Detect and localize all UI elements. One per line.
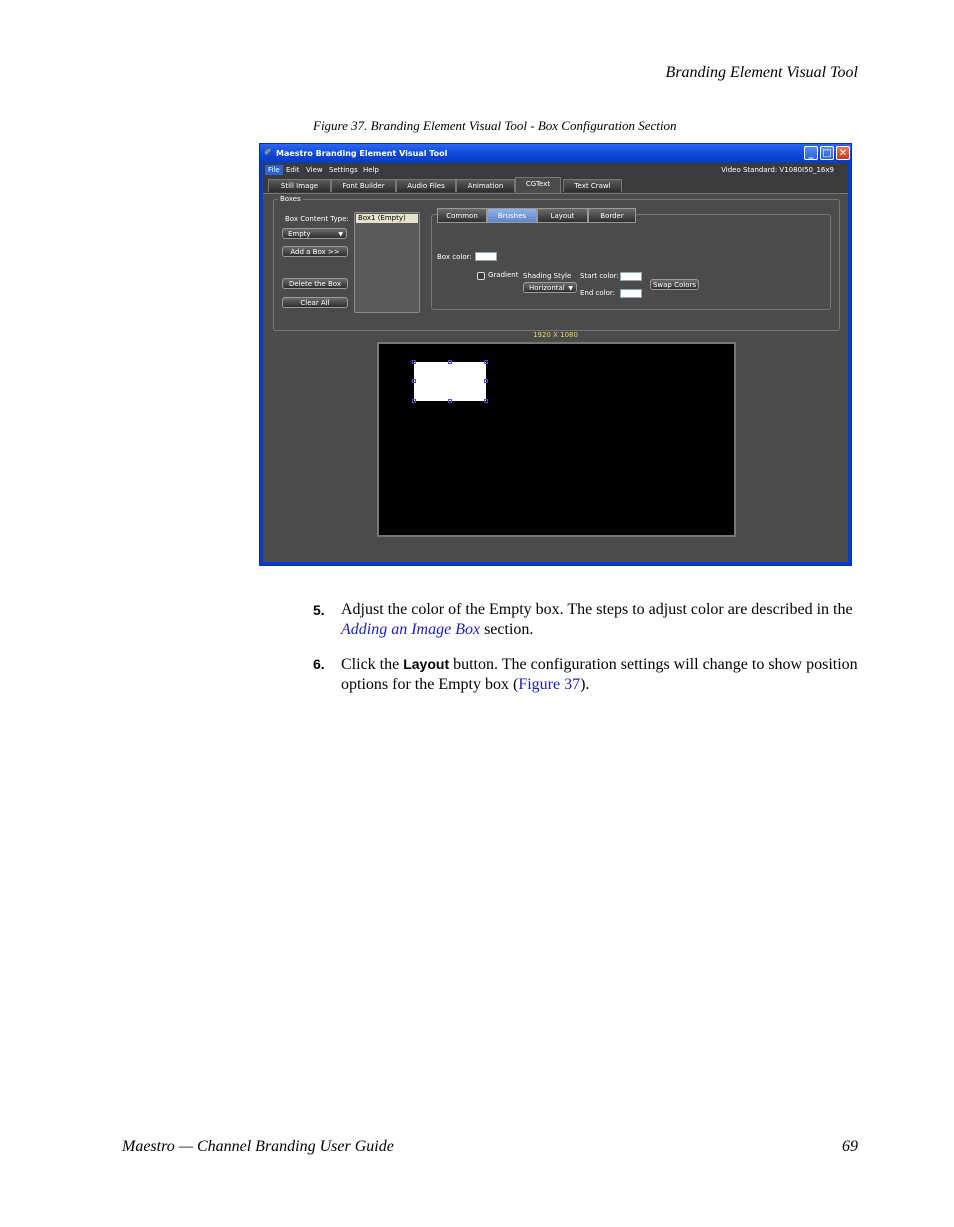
resize-handle[interactable] [484,379,488,383]
box-content-type-label: Box Content Type: [285,215,349,223]
chevron-down-icon: ▼ [338,231,343,238]
clear-all-button[interactable]: Clear All [282,297,348,308]
resize-handle[interactable] [412,379,416,383]
shading-style-label: Shading Style [523,272,572,280]
figure-37-link[interactable]: Figure 37 [518,676,580,693]
video-standard-label: Video Standard: V1080I50_16x9 [721,166,834,174]
resize-handle[interactable] [484,360,488,364]
box-element[interactable] [414,362,486,401]
tab-still-image[interactable]: Still Image [268,179,331,192]
add-box-button[interactable]: Add a Box >> [282,246,348,257]
delete-box-button[interactable]: Delete the Box [282,278,348,289]
step-6: 6. Click the Layout button. The configur… [313,654,873,695]
start-color-label: Start color: [580,272,619,280]
main-tab-bar: Still Image Font Builder Audio Files Ani… [263,177,848,194]
step-text: ). [580,676,590,693]
menu-bar: File Edit View Settings Help Video Stand… [263,163,848,177]
menu-settings[interactable]: Settings [326,165,361,175]
configuration-panel: Common Brushes Layout Border Box color: … [431,208,831,310]
page-number: 69 [842,1138,858,1155]
maximize-button[interactable]: □ [820,146,834,160]
start-color-swatch[interactable] [620,272,642,281]
end-color-swatch[interactable] [620,289,642,298]
minimize-button[interactable]: _ [804,146,818,160]
box-content-type-dropdown[interactable]: Empty ▼ [282,228,347,239]
resize-handle[interactable] [448,399,452,403]
step-text: section. [480,621,534,638]
boxes-group: Boxes Box Content Type: Empty ▼ Add a Bo… [273,194,840,331]
step-text: Click the [341,656,404,673]
gradient-checkbox[interactable] [477,272,485,280]
box-list[interactable]: Box1 (Empty) [354,212,420,313]
end-color-label: End color: [580,289,615,297]
close-button[interactable]: ✕ [836,146,850,160]
footer-title: Maestro — Channel Branding User Guide [122,1138,394,1155]
client-area: File Edit View Settings Help Video Stand… [263,163,848,562]
tab-border[interactable]: Border [588,208,636,223]
tab-common[interactable]: Common [437,208,487,223]
tab-text-crawl[interactable]: Text Crawl [563,179,622,192]
procedure-steps: 5. Adjust the color of the Empty box. Th… [313,600,873,709]
menu-view[interactable]: View [303,165,326,175]
menu-help[interactable]: Help [360,165,382,175]
step-5: 5. Adjust the color of the Empty box. Th… [313,600,873,640]
layout-ui-label: Layout [403,656,450,672]
adding-image-box-link[interactable]: Adding an Image Box [341,621,480,638]
list-item[interactable]: Box1 (Empty) [356,214,418,223]
step-number: 5. [313,602,325,618]
preview-canvas[interactable] [377,342,736,537]
box-color-swatch[interactable] [475,252,497,261]
chevron-down-icon: ▼ [568,285,573,292]
resize-handle[interactable] [484,399,488,403]
resolution-label: 1920 X 1080 [533,331,578,339]
app-icon: ✐ [264,148,272,158]
resize-handle[interactable] [412,360,416,364]
resize-handle[interactable] [412,399,416,403]
tab-animation[interactable]: Animation [456,179,515,192]
box-color-label: Box color: [437,253,472,261]
boxes-legend: Boxes [278,194,303,204]
gradient-label: Gradient [488,271,519,279]
app-window-screenshot: ✐ Maestro Branding Element Visual Tool _… [259,143,852,566]
box-content-type-value: Empty [288,230,311,238]
title-bar: ✐ Maestro Branding Element Visual Tool _… [260,144,851,163]
swap-colors-button[interactable]: Swap Colors [650,279,699,290]
tab-font-builder[interactable]: Font Builder [331,179,396,192]
window-title: Maestro Branding Element Visual Tool [276,149,448,158]
shading-style-value: Horizontal [529,284,565,292]
menu-edit[interactable]: Edit [283,165,303,175]
tab-cgtext[interactable]: CGText [515,177,561,193]
resize-handle[interactable] [448,360,452,364]
menu-file[interactable]: File [265,165,283,175]
step-number: 6. [313,656,325,672]
tab-layout[interactable]: Layout [537,208,588,223]
running-header: Branding Element Visual Tool [665,64,858,81]
figure-caption: Figure 37. Branding Element Visual Tool … [313,118,677,133]
tab-brushes[interactable]: Brushes [487,208,537,223]
shading-style-dropdown[interactable]: Horizontal ▼ [523,282,577,293]
tab-audio-files[interactable]: Audio Files [396,179,456,192]
step-text: Adjust the color of the Empty box. The s… [341,601,853,618]
